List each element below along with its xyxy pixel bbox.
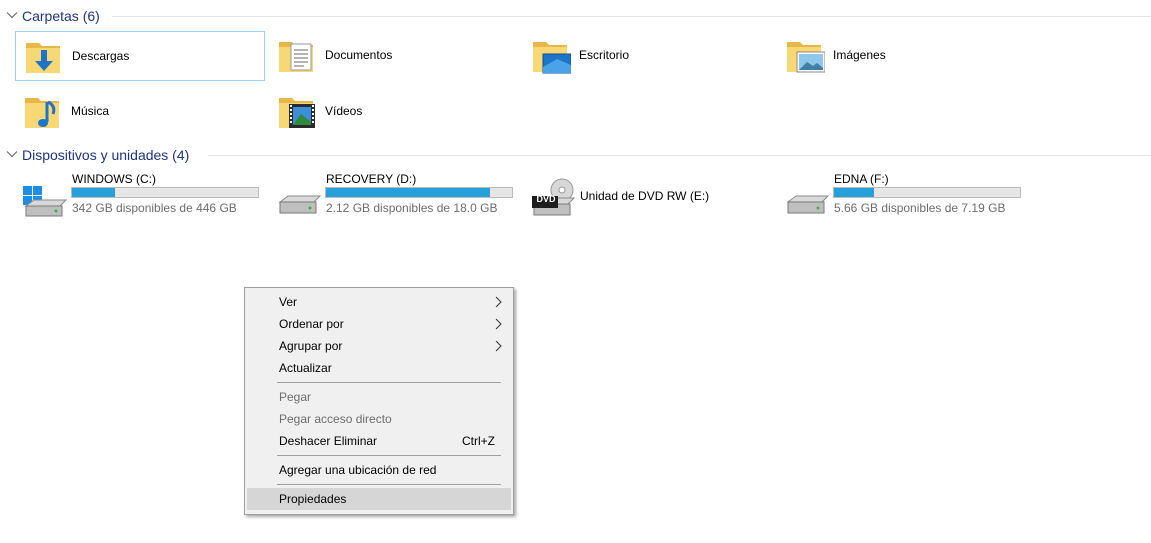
music-folder-icon [25,98,59,128]
drive-windows-c[interactable]: WINDOWS (C:) 342 GB disponibles de 446 G… [16,172,266,222]
folder-escritorio[interactable]: Escritorio [523,31,773,81]
folder-descargas[interactable]: Descargas [15,31,265,81]
drive-name: RECOVERY (D:) [326,172,417,186]
hard-drive-icon [786,195,830,214]
drive-dvd-e[interactable]: DVD Unidad de DVD RW (E:) [524,172,774,222]
menu-item-label: Ordenar por [279,317,344,331]
drive-edna-f[interactable]: EDNA (F:) 5.66 GB disponibles de 7.19 GB [778,172,1028,222]
folder-label: Vídeos [325,104,363,118]
menu-item-actualizar[interactable]: Actualizar [247,357,511,379]
drive-name: Unidad de DVD RW (E:) [580,189,710,203]
folder-documentos[interactable]: Documentos [269,31,519,81]
folder-label: Música [71,104,110,118]
menu-item-agregar-ubicacion-red[interactable]: Agregar una ubicación de red [247,459,511,481]
videos-folder-icon [279,98,315,128]
group-divider [208,155,1151,156]
menu-item-pegar[interactable]: Pegar [247,386,511,408]
folder-label: Escritorio [579,48,630,62]
pictures-folder-icon [787,42,825,73]
drive-recovery-d[interactable]: RECOVERY (D:) 2.12 GB disponibles de 18.… [270,172,520,222]
menu-item-label: Ver [279,295,298,309]
menu-item-shortcut: Ctrl+Z [462,434,495,448]
drive-free-space: 342 GB disponibles de 446 GB [72,201,237,215]
menu-separator [277,484,501,485]
drive-name: WINDOWS (C:) [72,172,156,186]
folder-label: Descargas [72,49,130,63]
folders-group-title: Carpetas (6) [22,8,100,24]
menu-item-label: Agregar una ubicación de red [279,463,437,477]
menu-separator [277,455,501,456]
menu-item-ver[interactable]: Ver [247,291,511,313]
drive-usage-fill [834,188,874,197]
chevron-right-icon [495,296,502,308]
context-menu: Ver Ordenar por Agrupar por Actualizar P… [244,287,514,515]
menu-item-label: Actualizar [279,361,332,375]
downloads-folder-icon [26,43,60,73]
drive-usage-bar [833,187,1021,198]
desktop-folder-icon [533,42,571,74]
menu-item-label: Pegar [279,390,312,404]
drive-usage-bar [325,187,513,198]
menu-item-label: Pegar acceso directo [279,412,392,426]
group-divider [112,16,1151,17]
chevron-right-icon [495,318,502,330]
folder-imagenes[interactable]: Imágenes [777,31,1027,81]
menu-item-label: Agrupar por [279,339,343,353]
folders-group-header[interactable]: Carpetas (6) [0,7,1151,27]
drives-group-title: Dispositivos y unidades (4) [22,147,190,163]
menu-item-pegar-acceso-directo[interactable]: Pegar acceso directo [247,408,511,430]
menu-item-deshacer-eliminar[interactable]: Deshacer Eliminar Ctrl+Z [247,430,511,452]
drive-usage-bar [71,187,259,198]
chevron-down-icon[interactable] [6,9,18,21]
menu-item-label: Propiedades [279,492,347,506]
chevron-right-icon [495,340,502,352]
menu-item-ordenar-por[interactable]: Ordenar por [247,313,511,335]
drives-group-header[interactable]: Dispositivos y unidades (4) [0,146,1151,166]
menu-item-label: Deshacer Eliminar [279,434,378,448]
menu-item-agrupar-por[interactable]: Agrupar por [247,335,511,357]
windows-drive-icon [23,186,68,217]
folder-musica[interactable]: Música [15,87,265,137]
dvd-badge: DVD [536,194,556,204]
drive-name: EDNA (F:) [834,172,889,186]
drive-usage-fill [72,188,115,197]
drive-free-space: 5.66 GB disponibles de 7.19 GB [834,201,1006,215]
folder-label: Imágenes [833,48,886,62]
drive-usage-fill [326,188,490,197]
drive-free-space: 2.12 GB disponibles de 18.0 GB [326,201,498,215]
folder-videos[interactable]: Vídeos [269,87,519,137]
documents-folder-icon [279,42,313,72]
chevron-down-icon[interactable] [6,148,18,160]
menu-separator [277,382,501,383]
folder-label: Documentos [325,48,393,62]
hard-drive-icon [278,195,322,214]
menu-item-propiedades[interactable]: Propiedades [247,488,511,510]
